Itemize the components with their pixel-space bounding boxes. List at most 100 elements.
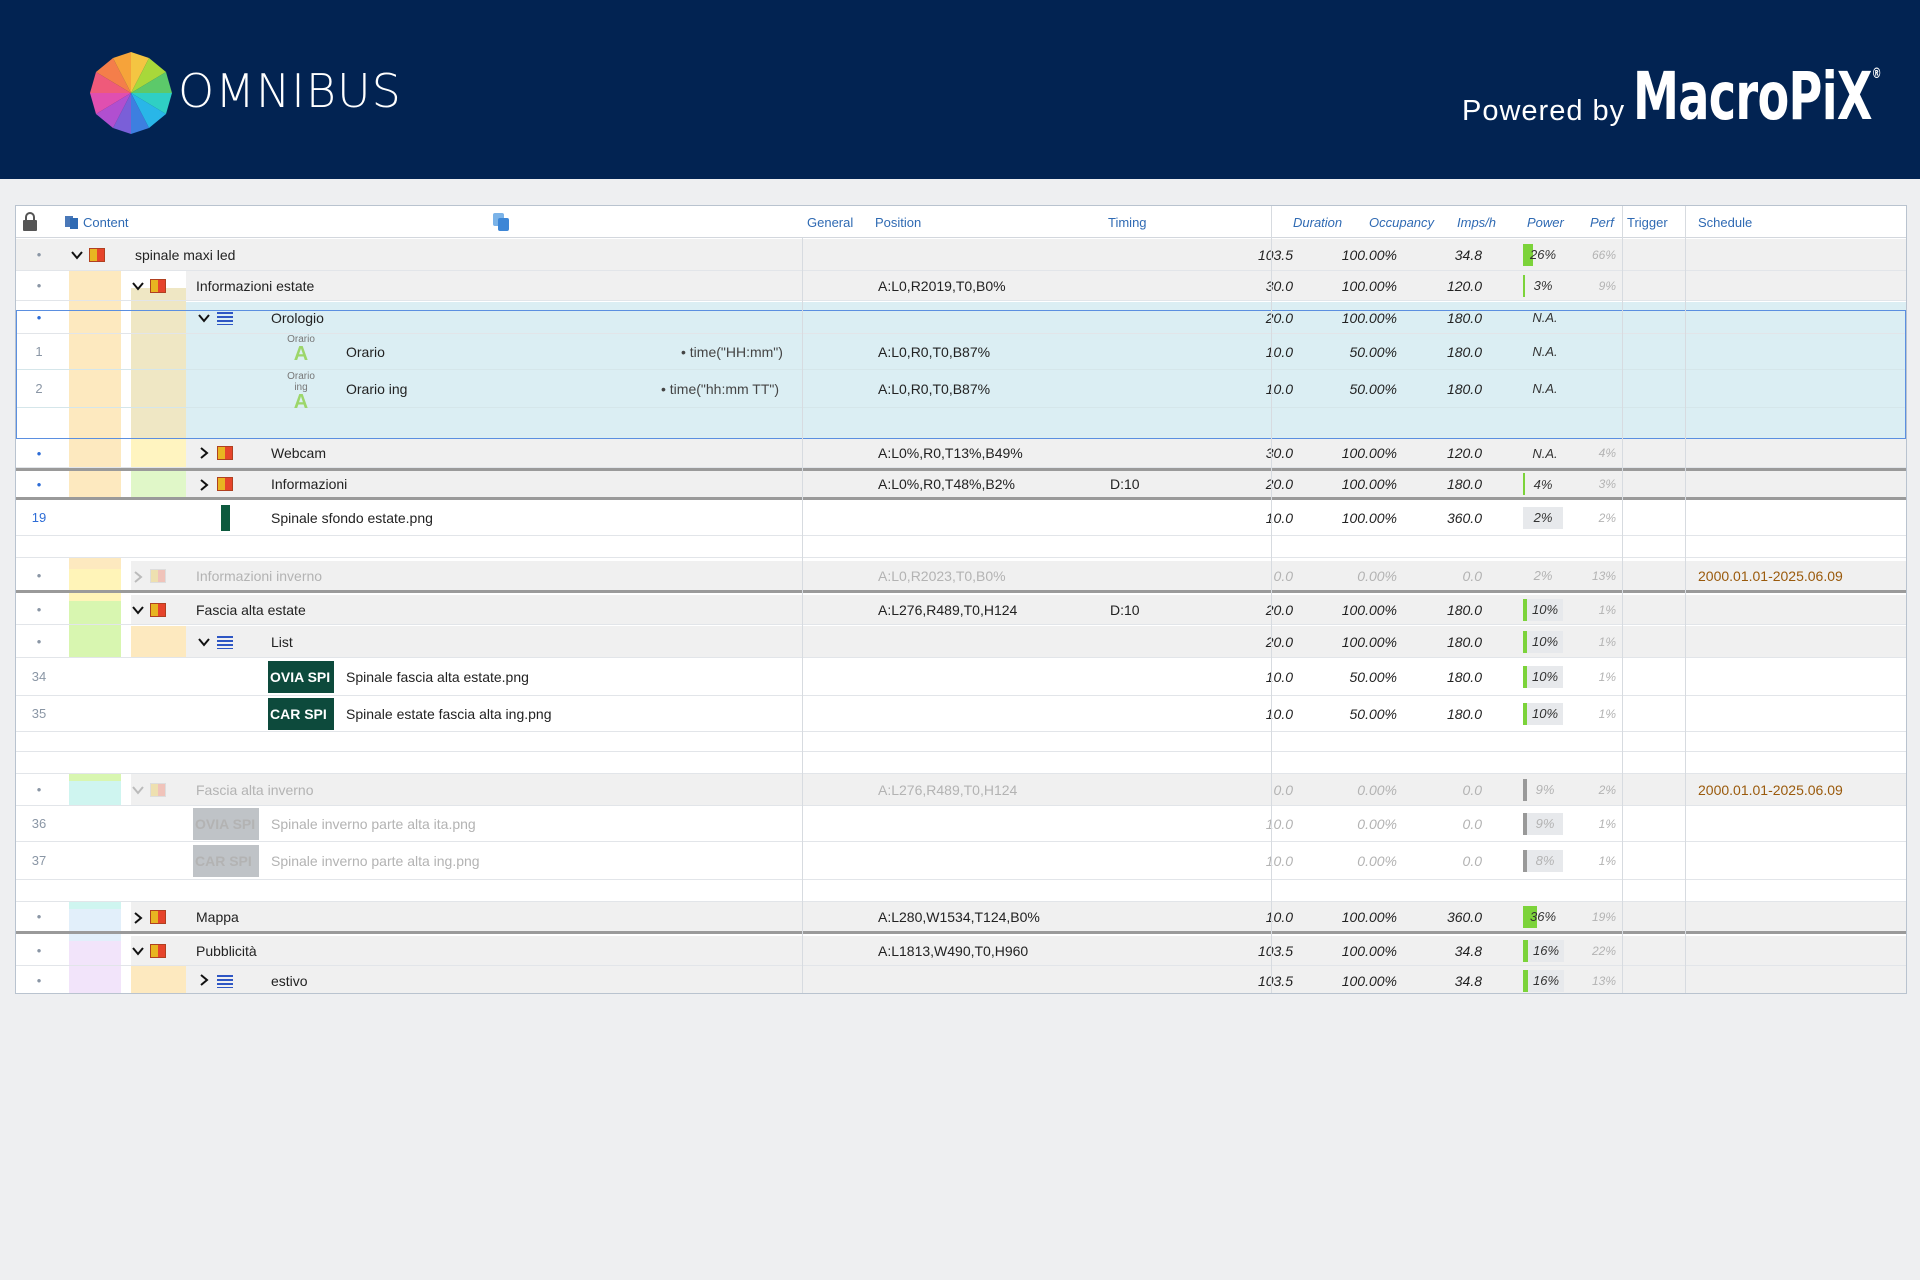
position-value: A:L280,W1534,T124,B0% — [878, 908, 1040, 925]
duration-value: 10.0 — [1265, 908, 1293, 925]
power-value: 10% — [1527, 702, 1563, 725]
row-name: Mappa — [196, 908, 239, 925]
chevron-right-icon[interactable] — [198, 447, 210, 459]
position-value: A:L276,R489,T0,H124 — [878, 781, 1018, 798]
power-value: 10% — [1527, 630, 1563, 653]
lock-icon[interactable] — [21, 212, 39, 232]
chevron-down-icon[interactable] — [198, 636, 210, 648]
omnibus-logo-icon — [90, 52, 172, 134]
row-index: 34 — [31, 669, 47, 684]
col-content[interactable]: Content — [83, 215, 129, 230]
col-occupancy[interactable]: Occupancy — [1369, 215, 1434, 230]
perf-value: 1% — [1598, 669, 1616, 684]
power-value: 8% — [1527, 849, 1563, 872]
perf-value: 2% — [1598, 510, 1616, 525]
position-value: A:L0,R2023,T0,B0% — [878, 567, 1006, 584]
power-value: 2% — [1533, 568, 1553, 583]
occupancy-value: 50.00% — [1349, 705, 1397, 722]
perf-value: 1% — [1598, 706, 1616, 721]
chevron-down-icon[interactable] — [132, 945, 144, 957]
col-timing[interactable]: Timing — [1108, 215, 1147, 230]
list-icon — [217, 975, 233, 988]
col-power[interactable]: Power — [1527, 215, 1564, 230]
col-perf[interactable]: Perf — [1590, 215, 1614, 230]
image-thumbnail: CAR SPI — [193, 844, 259, 877]
occupancy-value: 0.00% — [1357, 781, 1397, 798]
chevron-right-icon[interactable] — [198, 974, 210, 986]
imps-value: 180.0 — [1446, 309, 1482, 326]
perf-value: 13% — [1591, 973, 1616, 988]
row-name: Webcam — [271, 445, 326, 461]
chevron-right-icon[interactable] — [132, 912, 144, 924]
perf-value: 22% — [1591, 943, 1616, 958]
text-clock-icon: Orario ing A — [287, 371, 315, 413]
imps-value: 0.0 — [1462, 852, 1482, 869]
occupancy-value: 0.00% — [1357, 567, 1397, 584]
image-thumbnail — [221, 505, 230, 531]
chevron-right-icon[interactable] — [198, 479, 210, 491]
perf-value: 4% — [1598, 446, 1616, 460]
occupancy-value: 100.00% — [1341, 445, 1397, 461]
col-position[interactable]: Position — [875, 215, 921, 230]
power-value: 9% — [1535, 782, 1555, 797]
row-index: 36 — [31, 816, 47, 831]
duration-value: 20.0 — [1265, 309, 1293, 326]
perf-value: 1% — [1598, 816, 1616, 831]
occupancy-value: 100.00% — [1341, 277, 1397, 294]
duration-value: 103.5 — [1257, 942, 1293, 959]
row-name: Spinale inverno parte alta ing.png — [271, 852, 480, 869]
power-value: N.A. — [1532, 310, 1558, 325]
duration-value: 0.0 — [1273, 567, 1293, 584]
chevron-down-icon[interactable] — [198, 312, 210, 324]
column-divider — [1685, 206, 1686, 993]
layer-color-icon — [150, 595, 166, 624]
occupancy-value: 100.00% — [1341, 972, 1397, 989]
row-bullet: • — [36, 973, 42, 988]
list-icon — [217, 312, 233, 325]
power-value: N.A. — [1532, 445, 1558, 461]
timing-value: D:10 — [1110, 476, 1140, 492]
duration-value: 20.0 — [1265, 476, 1293, 492]
position-value: A:L0,R0,T0,B87% — [878, 343, 991, 360]
chevron-down-icon[interactable] — [132, 604, 144, 616]
row-index: 1 — [35, 344, 43, 359]
layer-color-icon — [150, 561, 166, 590]
imps-value: 120.0 — [1446, 277, 1482, 294]
chevron-right-icon[interactable] — [132, 571, 144, 583]
imps-value: 34.8 — [1454, 942, 1482, 959]
layer-color-icon — [150, 902, 166, 931]
chevron-down-icon[interactable] — [71, 249, 83, 261]
col-duration[interactable]: Duration — [1293, 215, 1342, 230]
imps-value: 180.0 — [1446, 633, 1482, 650]
copy-icon[interactable] — [492, 212, 510, 232]
imps-value: 180.0 — [1446, 343, 1482, 360]
occupancy-value: 100.00% — [1341, 309, 1397, 326]
imps-value: 0.0 — [1462, 781, 1482, 798]
position-value: A:L0,R2019,T0,B0% — [878, 277, 1006, 294]
power-value: 4% — [1533, 476, 1553, 492]
imps-value: 0.0 — [1462, 567, 1482, 584]
row-bullet: • — [36, 634, 42, 649]
powered-by-label: Powered by — [1462, 95, 1626, 127]
occupancy-value: 100.00% — [1341, 601, 1397, 618]
position-value: A:L0,R0,T0,B87% — [878, 380, 991, 397]
col-trigger[interactable]: Trigger — [1627, 215, 1668, 230]
col-general[interactable]: General — [807, 215, 853, 230]
perf-value: 2% — [1598, 782, 1616, 797]
imps-value: 120.0 — [1446, 445, 1482, 461]
perf-value: 9% — [1598, 278, 1616, 293]
logo-text: OMNIBUS — [178, 64, 402, 118]
duration-value: 0.0 — [1273, 781, 1293, 798]
position-value: A:L1813,W490,T0,H960 — [878, 942, 1029, 959]
general-value: • time("HH:mm") — [681, 343, 783, 360]
general-value: • time("hh:mm TT") — [661, 380, 780, 397]
col-imps[interactable]: Imps/h — [1457, 215, 1496, 230]
row-name: Informazioni inverno — [196, 567, 323, 584]
row-name: Fascia alta inverno — [196, 781, 314, 798]
chevron-down-icon[interactable] — [132, 280, 144, 292]
duration-value: 10.0 — [1265, 815, 1293, 832]
content-tree-panel: Content General Position Timing Duration… — [15, 205, 1907, 994]
col-schedule[interactable]: Schedule — [1698, 215, 1752, 230]
layer-color-icon — [150, 774, 166, 805]
chevron-down-icon[interactable] — [132, 784, 144, 796]
